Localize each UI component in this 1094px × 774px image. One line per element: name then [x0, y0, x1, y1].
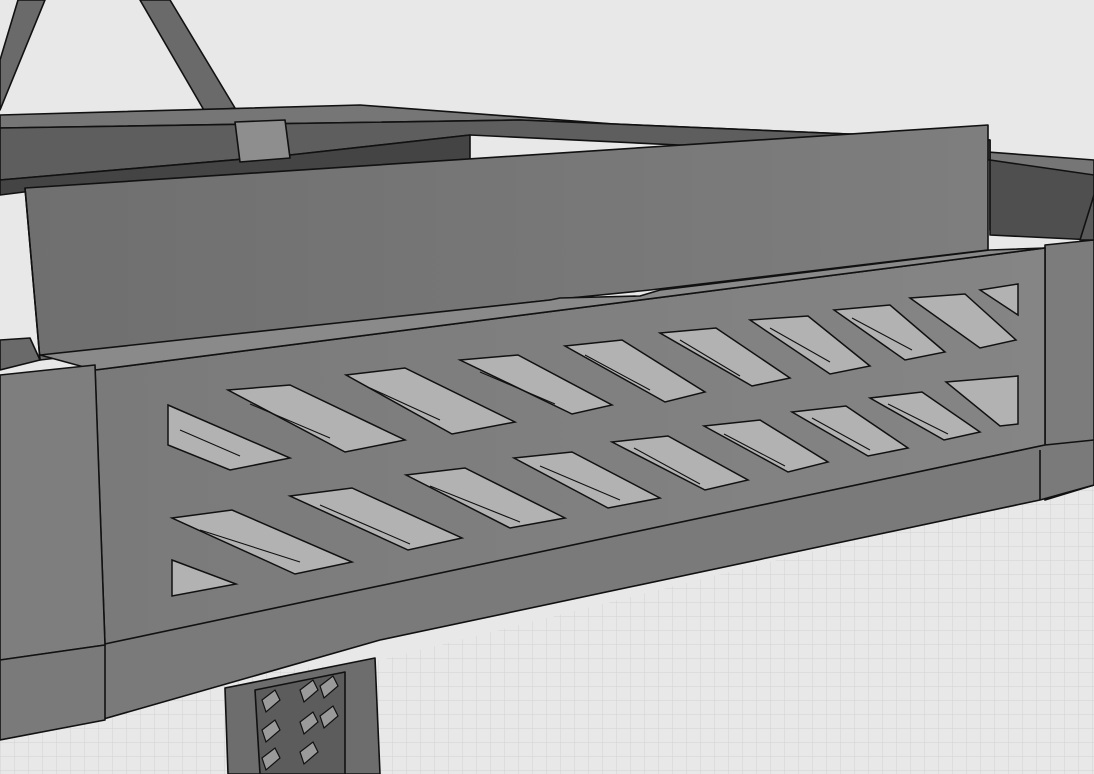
cad-viewport[interactable]: [0, 0, 1094, 774]
left-end-block: [0, 337, 106, 741]
model-render: [0, 0, 1094, 774]
